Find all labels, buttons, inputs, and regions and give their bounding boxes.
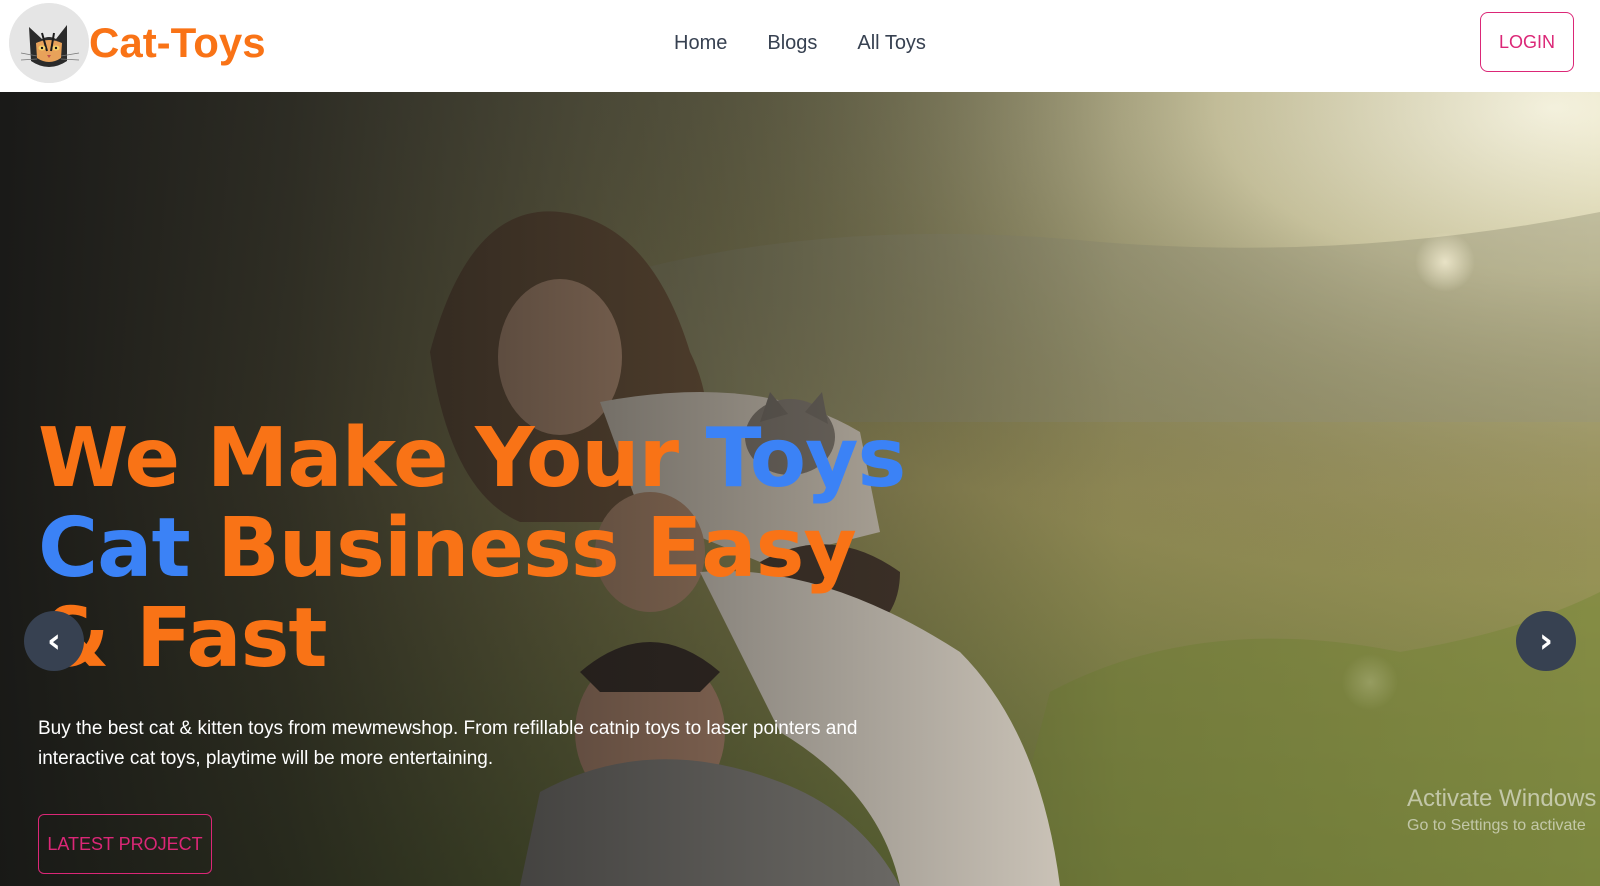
hero-title: We Make Your Toys Cat Business Easy & Fa…	[38, 414, 938, 684]
login-button[interactable]: LOGIN	[1480, 12, 1574, 72]
hero-description: Buy the best cat & kitten toys from mewm…	[38, 718, 858, 769]
hero-content: We Make Your Toys Cat Business Easy & Fa…	[38, 414, 938, 874]
watermark-title: Activate Windows	[1407, 785, 1597, 812]
hero-title-part1: We Make Your	[38, 411, 706, 506]
cat-logo-icon	[9, 3, 89, 83]
navbar: Cat-Toys Home Blogs All Toys LOGIN	[0, 0, 1600, 92]
nav-blogs[interactable]: Blogs	[767, 32, 817, 55]
carousel-prev-button[interactable]: ‹	[24, 611, 84, 671]
main-nav: Home Blogs All Toys	[674, 0, 926, 86]
brand-name: Cat-Toys	[89, 19, 266, 66]
brand-link[interactable]: Cat-Toys	[9, 3, 266, 83]
hero-carousel: We Make Your Toys Cat Business Easy & Fa…	[0, 92, 1600, 886]
nav-home[interactable]: Home	[674, 32, 727, 55]
latest-project-button[interactable]: LATEST PROJECT	[38, 814, 212, 874]
carousel-next-button[interactable]: ›	[1516, 611, 1576, 671]
watermark-subtitle: Go to Settings to activate	[1407, 817, 1586, 834]
windows-activation-watermark: Activate Windows Go to Settings to activ…	[1407, 785, 1596, 839]
nav-all-toys[interactable]: All Toys	[857, 32, 926, 55]
